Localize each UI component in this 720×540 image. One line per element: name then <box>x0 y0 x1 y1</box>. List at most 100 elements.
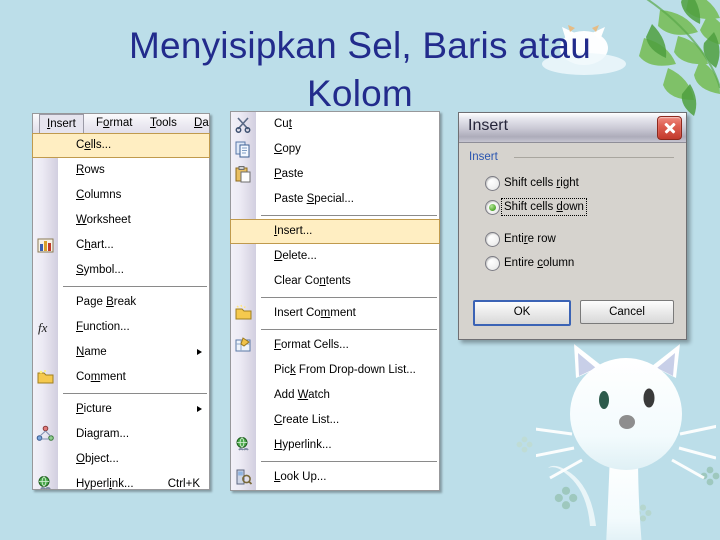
menu-item-add-watch[interactable]: Add Watch <box>231 383 439 408</box>
menu-item-paste-special[interactable]: Paste Special... <box>231 187 439 212</box>
menu-item-label: Cells... <box>76 139 112 151</box>
clover-sparkle-icon <box>634 504 652 522</box>
context-menu-list[interactable]: Cut Copy Paste Paste Special... Insert... Del… <box>230 112 440 490</box>
cancel-button[interactable]: Cancel <box>580 300 674 324</box>
menu-separator <box>261 329 437 330</box>
hyperlink-globe-icon <box>36 475 55 494</box>
menu-item-hyperlink[interactable]: Hyperlink... Ctrl+K <box>33 472 209 497</box>
menu-item-label: Add Watch <box>274 389 330 401</box>
radio-label: Entire column <box>504 257 575 269</box>
menubar-item-format[interactable]: Format <box>89 115 139 132</box>
clover-sparkle-icon <box>554 486 578 510</box>
menu-item-label: Delete... <box>274 250 317 262</box>
menu-item-label: Insert Comment <box>274 307 356 319</box>
menubar-item-insert[interactable]: Insert <box>39 114 84 134</box>
menu-item-hyperlink[interactable]: Hyperlink... <box>231 433 439 458</box>
menu-item-pick-from-drop-down-list[interactable]: Pick From Drop-down List... <box>231 358 439 383</box>
menu-item-insert-comment[interactable]: Insert Comment <box>231 301 439 326</box>
menu-item-function[interactable]: fx Function... <box>33 315 209 340</box>
menu-item-label: Create List... <box>274 414 340 426</box>
dialog-title: Insert <box>468 117 509 134</box>
menu-item-clear-contents[interactable]: Clear Contents <box>231 269 439 294</box>
menu-item-worksheet[interactable]: Worksheet <box>33 208 209 233</box>
menu-item-cells[interactable]: Cells... <box>32 133 210 158</box>
menu-item-label: Chart... <box>76 239 114 251</box>
svg-text:fx: fx <box>38 320 48 335</box>
menu-item-look-up[interactable]: Look Up... <box>231 465 439 490</box>
diagram-icon <box>36 425 55 444</box>
menu-item-label: Function... <box>76 321 130 333</box>
menu-item-label: Pick From Drop-down List... <box>274 364 416 376</box>
dialog-body: Insert Shift cells right Shift cells dow… <box>459 143 686 339</box>
slide-canvas: Menyisipkan Sel, Baris atau Kolom Insert… <box>0 0 720 540</box>
copy-icon <box>234 140 253 159</box>
menu-item-label: Insert... <box>274 225 313 237</box>
menu-item-diagram[interactable]: Diagram... <box>33 422 209 447</box>
format-cells-icon <box>234 336 253 355</box>
menu-item-label: Clear Contents <box>274 275 351 287</box>
menu-separator <box>261 297 437 298</box>
menu-item-format-cells[interactable]: Format Cells... <box>231 333 439 358</box>
radio-label: Entire row <box>504 233 556 245</box>
radio-label: Shift cells right <box>504 177 579 189</box>
menu-item-picture[interactable]: Picture <box>33 397 209 422</box>
menu-item-page-break[interactable]: Page Break <box>33 290 209 315</box>
menu-separator <box>63 393 207 394</box>
menu-item-label: Paste <box>274 168 304 180</box>
clover-sparkle-icon <box>700 466 720 486</box>
insert-menu[interactable]: Insert Format Tools Da Cells... Rows Colum… <box>32 113 210 490</box>
menu-item-name[interactable]: Name <box>33 340 209 365</box>
radio-indicator[interactable] <box>485 200 500 215</box>
radio-label: Shift cells down <box>501 198 587 216</box>
menu-item-label: Hyperlink... <box>76 478 134 490</box>
menu-item-label: Columns <box>76 189 122 201</box>
radio-indicator[interactable] <box>485 232 500 247</box>
menu-item-symbol[interactable]: Symbol... <box>33 258 209 283</box>
radio-indicator[interactable] <box>485 176 500 191</box>
menubar-item-data[interactable]: Da <box>187 115 216 132</box>
menu-item-label: Paste Special... <box>274 193 354 205</box>
menu-item-label: Cut <box>274 118 292 130</box>
function-fx-icon: fx <box>36 318 55 337</box>
cell-context-menu[interactable]: Cut Copy Paste Paste Special... Insert... Del… <box>230 111 440 491</box>
slide-title: Menyisipkan Sel, Baris atau Kolom <box>129 25 591 114</box>
hyperlink-globe-icon <box>234 436 253 455</box>
menu-item-paste[interactable]: Paste <box>231 162 439 187</box>
menu-item-label: Format Cells... <box>274 339 349 351</box>
dialog-titlebar: Insert <box>459 113 686 143</box>
menu-separator <box>261 215 437 216</box>
ok-button[interactable]: OK <box>473 300 571 326</box>
menu-item-comment[interactable]: Comment <box>33 365 209 390</box>
group-divider <box>514 157 674 158</box>
menu-item-label: Object... <box>76 453 119 465</box>
menu-item-object[interactable]: Object... <box>33 447 209 472</box>
menu-item-columns[interactable]: Columns <box>33 183 209 208</box>
insert-menu-list[interactable]: Cells... Rows Columns Worksheet Chart... Symb… <box>32 133 210 497</box>
menu-separator <box>261 461 437 462</box>
menubar-item-tools[interactable]: Tools <box>143 115 184 132</box>
comment-note-icon <box>36 368 55 387</box>
menu-item-label: Symbol... <box>76 264 124 276</box>
clover-sparkle-icon <box>596 398 616 418</box>
close-icon[interactable] <box>657 116 682 140</box>
menu-item-label: Worksheet <box>76 214 131 226</box>
menu-item-label: Copy <box>274 143 301 155</box>
menu-item-insert[interactable]: Insert... <box>230 219 440 244</box>
menu-item-delete[interactable]: Delete... <box>231 244 439 269</box>
radio-indicator[interactable] <box>485 256 500 271</box>
menu-item-shortcut: Ctrl+K <box>167 478 200 490</box>
insert-dialog[interactable]: Insert Insert Shift cells right Shift ce… <box>458 112 687 340</box>
menu-item-chart[interactable]: Chart... <box>33 233 209 258</box>
menu-item-label: Look Up... <box>274 471 327 483</box>
menu-item-create-list[interactable]: Create List... <box>231 408 439 433</box>
excel-menubar[interactable]: Insert Format Tools Da <box>33 114 209 134</box>
menu-item-label: Comment <box>76 371 126 383</box>
menu-item-rows[interactable]: Rows <box>33 158 209 183</box>
paste-icon <box>234 165 253 184</box>
menu-item-label: Hyperlink... <box>274 439 332 451</box>
menu-item-copy[interactable]: Copy <box>231 137 439 162</box>
insert-group-label: Insert <box>469 151 498 163</box>
menu-item-label: Page Break <box>76 296 137 308</box>
chevron-right-icon <box>197 349 202 355</box>
menu-item-cut[interactable]: Cut <box>231 112 439 137</box>
